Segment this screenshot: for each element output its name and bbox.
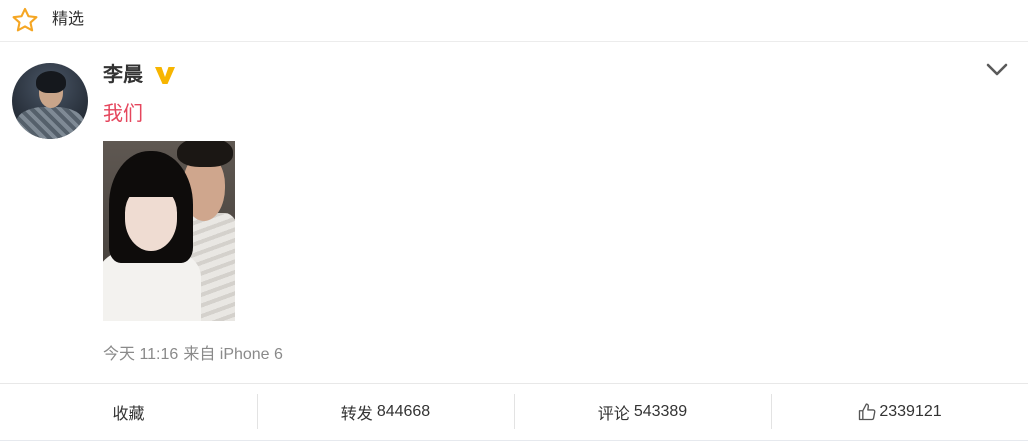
action-bar: 收藏 转发 844668 评论 543389 2339121 <box>0 383 1028 441</box>
comment-count: 543389 <box>633 403 688 420</box>
avatar-hair <box>36 71 66 93</box>
post-text: 我们 <box>103 103 143 125</box>
post-time: 今天 11:16 <box>103 346 179 363</box>
featured-header: 精选 <box>0 0 1028 42</box>
comment-button[interactable]: 评论 543389 <box>514 384 771 440</box>
post-source[interactable]: 来自 iPhone 6 <box>183 346 283 363</box>
star-outline-icon <box>12 7 38 32</box>
photo-man-hair <box>177 141 233 167</box>
comment-label: 评论 <box>597 406 630 423</box>
post-meta: 今天 11:16 来自 iPhone 6 <box>103 344 283 366</box>
photo-woman-bangs <box>117 157 185 197</box>
favorite-button[interactable]: 收藏 <box>0 384 257 440</box>
header-title: 精选 <box>52 11 85 28</box>
thumbs-up-icon <box>859 403 876 421</box>
author-name[interactable]: 李晨 <box>103 62 143 88</box>
post-photo[interactable] <box>103 141 235 321</box>
favorite-label: 收藏 <box>112 406 145 423</box>
verified-v-icon <box>155 67 175 84</box>
repost-label: 转发 <box>340 406 373 423</box>
avatar[interactable] <box>12 63 88 139</box>
chevron-down-icon[interactable] <box>986 62 1008 78</box>
like-count: 2339121 <box>879 403 942 420</box>
repost-button[interactable]: 转发 844668 <box>257 384 514 440</box>
like-button[interactable]: 2339121 <box>771 384 1028 440</box>
repost-count: 844668 <box>376 403 431 420</box>
avatar-armor <box>16 107 84 139</box>
